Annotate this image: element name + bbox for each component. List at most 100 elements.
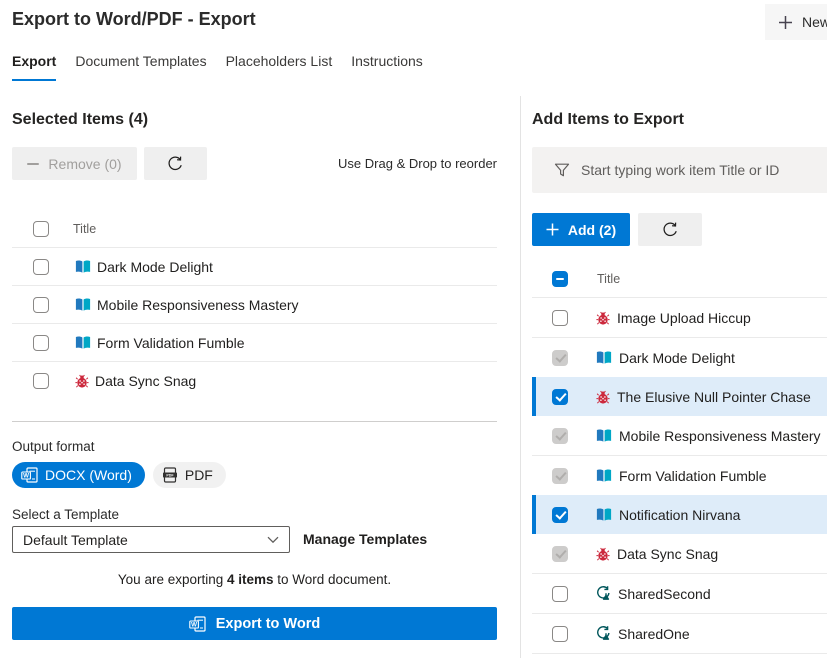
work-item-title: Notification Nirvana: [619, 507, 740, 523]
bug-icon: [596, 311, 610, 325]
refresh-selected-button[interactable]: [144, 147, 207, 180]
refresh-icon: [167, 155, 184, 172]
tab-document-templates[interactable]: Document Templates: [75, 53, 206, 81]
table-row[interactable]: SharedSecond: [532, 574, 827, 614]
manage-templates-link[interactable]: Manage Templates: [303, 531, 427, 547]
chevron-down-icon: [267, 536, 279, 544]
export-summary: You are exporting 4 items to Word docume…: [12, 572, 497, 587]
row-checkbox[interactable]: [552, 507, 568, 523]
tab-instructions[interactable]: Instructions: [351, 53, 423, 81]
row-checkbox[interactable]: [33, 373, 49, 389]
work-item-title: Mobile Responsiveness Mastery: [97, 297, 299, 313]
refresh-icon: [662, 221, 679, 238]
svg-text:W: W: [191, 621, 197, 628]
search-input[interactable]: [579, 161, 813, 179]
page-title: Export to Word/PDF - Export: [12, 9, 256, 30]
selected-row-bar: [532, 377, 536, 416]
work-item-title: SharedSecond: [618, 586, 711, 602]
user-story-icon: [596, 469, 612, 482]
template-select-value: Default Template: [23, 532, 267, 548]
table-row[interactable]: Notification Nirvana: [532, 495, 827, 534]
bug-icon: [596, 390, 610, 404]
row-checkbox: [552, 428, 568, 444]
select-template-label: Select a Template: [12, 507, 119, 522]
row-checkbox: [552, 350, 568, 366]
new-button[interactable]: New: [765, 4, 827, 40]
table-row[interactable]: Mobile Responsiveness Mastery: [532, 416, 827, 456]
user-story-icon: [596, 508, 612, 521]
work-item-title: The Elusive Null Pointer Chase: [617, 389, 811, 405]
work-item-title: Form Validation Fumble: [619, 468, 767, 484]
table-row[interactable]: Dark Mode Delight: [532, 338, 827, 377]
row-checkbox: [552, 546, 568, 562]
select-all-checkbox[interactable]: [552, 271, 568, 287]
title-column-header: Title: [597, 272, 620, 286]
table-row[interactable]: Data Sync Snag: [532, 534, 827, 574]
plus-icon: [778, 15, 793, 30]
work-item-title: Mobile Responsiveness Mastery: [619, 428, 821, 444]
table-row[interactable]: Mobile Responsiveness Mastery: [12, 286, 497, 324]
row-checkbox[interactable]: [33, 259, 49, 275]
work-item-title: Image Upload Hiccup: [617, 310, 751, 326]
refresh-add-button[interactable]: [638, 213, 702, 246]
bug-icon: [596, 547, 610, 561]
row-checkbox[interactable]: [33, 297, 49, 313]
work-item-title: Data Sync Snag: [95, 373, 196, 389]
selected-row-bar: [532, 495, 536, 534]
row-checkbox[interactable]: [552, 626, 568, 642]
remove-button[interactable]: Remove (0): [12, 147, 137, 180]
minus-icon: [27, 163, 39, 165]
work-item-title: SharedOne: [618, 626, 690, 642]
user-story-icon: [75, 336, 91, 349]
format-docx-label: DOCX (Word): [45, 467, 132, 483]
output-format-choices: W DOCX (Word) PDF PDF: [12, 462, 226, 488]
user-story-icon: [596, 429, 612, 442]
work-item-title: Dark Mode Delight: [97, 259, 213, 275]
table-row[interactable]: SharedOne: [532, 614, 827, 654]
select-all-checkbox[interactable]: [33, 221, 49, 237]
row-checkbox[interactable]: [33, 335, 49, 351]
new-button-label: New: [802, 14, 827, 30]
pdf-doc-icon: PDF: [162, 467, 178, 483]
tab-export[interactable]: Export: [12, 53, 56, 81]
add-button[interactable]: Add (2): [532, 213, 630, 246]
work-item-title: Data Sync Snag: [617, 546, 718, 562]
tab-bar: Export Document Templates Placeholders L…: [12, 53, 423, 81]
table-row[interactable]: Form Validation Fumble: [12, 324, 497, 362]
add-items-table-header: Title: [532, 260, 827, 298]
add-items-heading: Add Items to Export: [532, 111, 684, 129]
selected-items-table-header: Title: [12, 210, 497, 248]
export-to-word-pdf-app: Export to Word/PDF - Export New Export D…: [0, 0, 827, 658]
table-row[interactable]: Form Validation Fumble: [532, 456, 827, 495]
shared-steps-icon: [596, 586, 611, 601]
user-story-icon: [596, 351, 612, 364]
template-select[interactable]: Default Template: [12, 526, 290, 553]
plus-icon: [546, 223, 559, 236]
svg-text:W: W: [23, 473, 29, 480]
word-doc-icon: W: [189, 616, 206, 632]
panel-divider: [520, 96, 521, 658]
row-checkbox[interactable]: [552, 586, 568, 602]
table-row[interactable]: Image Upload Hiccup: [532, 298, 827, 338]
work-item-search[interactable]: [532, 147, 827, 193]
selected-items-heading: Selected Items (4): [12, 111, 148, 129]
add-button-label: Add (2): [568, 222, 616, 238]
tab-placeholders-list[interactable]: Placeholders List: [226, 53, 333, 81]
row-checkbox[interactable]: [552, 310, 568, 326]
user-story-icon: [75, 260, 91, 273]
title-column-header: Title: [73, 222, 96, 236]
remove-button-label: Remove (0): [48, 156, 121, 172]
table-row[interactable]: The Elusive Null Pointer Chase: [532, 377, 827, 416]
word-doc-icon: W: [21, 467, 38, 483]
svg-text:PDF: PDF: [166, 474, 174, 478]
drag-drop-hint: Use Drag & Drop to reorder: [327, 156, 497, 171]
work-item-title: Dark Mode Delight: [619, 350, 735, 366]
add-items-table: Title Image Upload Hiccup Dark Mode Delig…: [532, 260, 827, 654]
row-checkbox[interactable]: [552, 389, 568, 405]
shared-steps-icon: [596, 626, 611, 641]
selected-items-table: Title Dark Mode Delight Mobile Responsive…: [12, 210, 497, 399]
format-pdf-pill[interactable]: PDF PDF: [153, 462, 226, 488]
export-to-word-button[interactable]: W Export to Word: [12, 607, 497, 640]
table-row[interactable]: Dark Mode Delight: [12, 248, 497, 286]
format-docx-pill[interactable]: W DOCX (Word): [12, 462, 145, 488]
